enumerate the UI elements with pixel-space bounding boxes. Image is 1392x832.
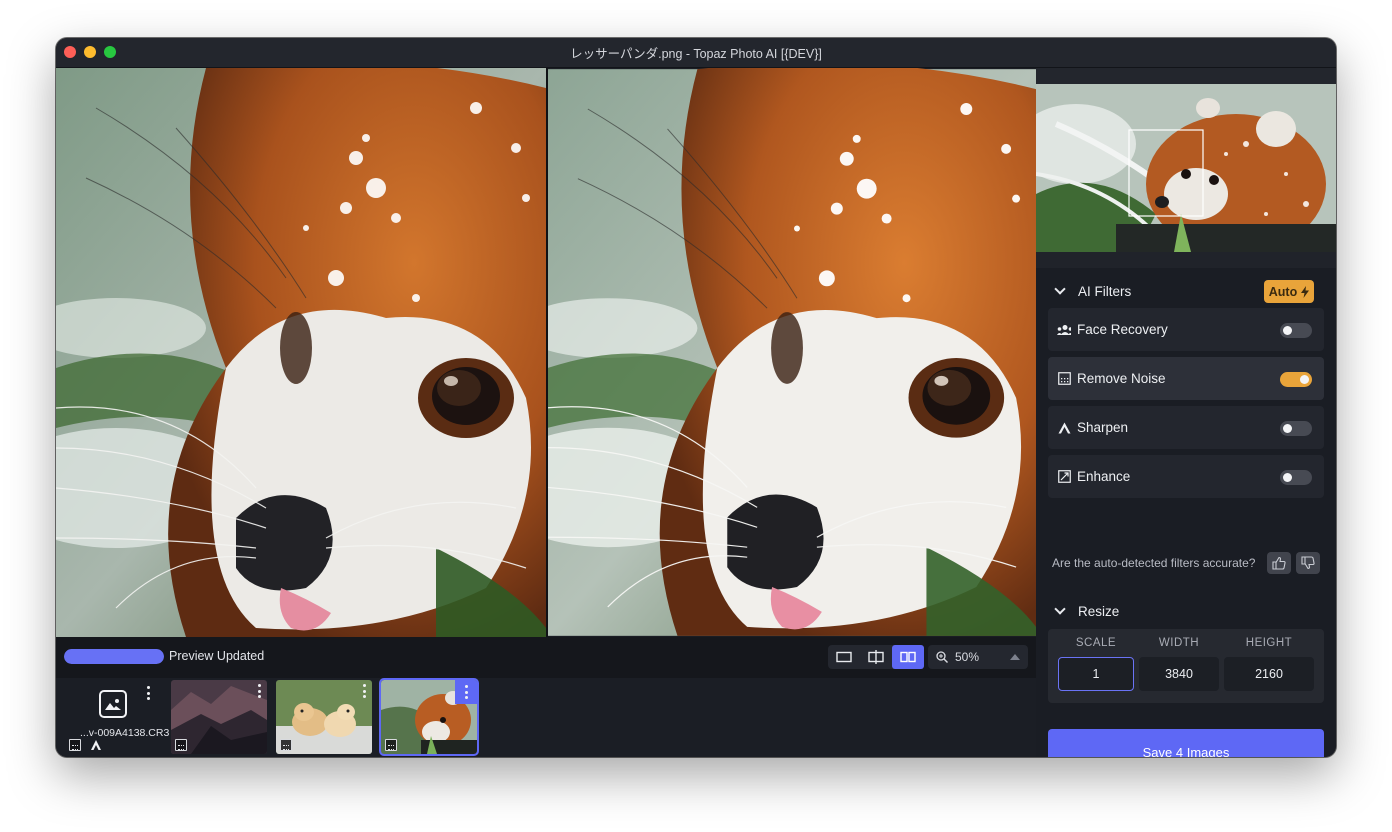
resize-title: Resize	[1078, 603, 1120, 619]
more-options-icon	[464, 685, 468, 699]
side-by-side-icon	[900, 651, 916, 663]
title-bar: レッサーパンダ.png - Topaz Photo AI [{DEV}]	[56, 38, 1336, 68]
thumbs-down-icon	[1301, 556, 1315, 570]
face-recovery-icon	[1057, 323, 1071, 337]
preview-progress-bar	[64, 649, 164, 664]
raw-file-tile[interactable]: ...v-009A4138.CR3	[66, 680, 169, 754]
window-controls	[64, 46, 116, 58]
sharpen-toggle[interactable]	[1280, 421, 1312, 436]
remove-noise-badge-icon	[175, 739, 187, 751]
zoom-caret-icon[interactable]	[1010, 654, 1020, 660]
close-window-button[interactable]	[64, 46, 76, 58]
more-options-icon[interactable]	[257, 684, 261, 698]
viewer-toolbar: Preview Updated 50%	[56, 637, 1036, 678]
remove-noise-badge-icon	[280, 739, 292, 751]
ai-filters-title: AI Filters	[1078, 283, 1132, 299]
red-panda-processed-image	[548, 68, 1036, 636]
chevron-down-icon	[1054, 603, 1066, 615]
resize-header[interactable]: Resize	[1054, 601, 1120, 621]
side-by-side-view-button[interactable]	[892, 645, 924, 669]
split-view-icon	[868, 650, 884, 664]
save-images-button[interactable]: Save 4 Images	[1048, 729, 1324, 757]
filter-row-sharpen[interactable]: Sharpen	[1048, 406, 1324, 449]
resize-panel: SCALE WIDTH HEIGHT 1 3840 2160	[1048, 629, 1324, 703]
thumbnail-mountain[interactable]	[171, 680, 267, 754]
remove-noise-badge-icon	[69, 739, 81, 751]
filter-label: Remove Noise	[1077, 371, 1166, 386]
zoom-control[interactable]: 50%	[928, 645, 1028, 669]
feedback-question: Are the auto-detected filters accurate?	[1052, 556, 1256, 570]
zoom-level: 50%	[955, 650, 980, 664]
maximize-window-button[interactable]	[104, 46, 116, 58]
ai-filters-header[interactable]: AI Filters	[1054, 281, 1132, 301]
processed-image-pane[interactable]	[548, 68, 1036, 637]
thumbs-up-icon	[1272, 556, 1286, 570]
app-window: レッサーパンダ.png - Topaz Photo AI [{DEV}] Pre…	[56, 38, 1336, 757]
sharpen-icon	[1057, 421, 1071, 435]
image-placeholder-icon	[99, 690, 127, 718]
thumbs-down-button[interactable]	[1296, 552, 1320, 574]
enhance-toggle[interactable]	[1280, 470, 1312, 485]
more-options-button[interactable]	[455, 680, 477, 704]
scale-header: SCALE	[1075, 637, 1117, 649]
enhance-icon	[1057, 470, 1071, 484]
filter-row-face-recovery[interactable]: Face Recovery	[1048, 308, 1324, 351]
preview-progress-fill	[64, 649, 164, 664]
filmstrip: ...v-009A4138.CR3	[56, 678, 1036, 757]
width-header: WIDTH	[1158, 637, 1200, 649]
window-title: レッサーパンダ.png - Topaz Photo AI [{DEV}]	[570, 47, 822, 61]
red-panda-original-image	[56, 68, 546, 637]
single-view-button[interactable]	[828, 645, 860, 669]
minimize-window-button[interactable]	[84, 46, 96, 58]
filter-label: Sharpen	[1077, 420, 1129, 435]
view-mode-switcher	[828, 645, 924, 669]
scale-input[interactable]: 1	[1058, 657, 1134, 691]
raw-file-name: ...v-009A4138.CR3	[80, 727, 170, 739]
more-options-icon[interactable]	[362, 684, 366, 698]
navigator-image	[1036, 84, 1336, 252]
face-recovery-toggle[interactable]	[1280, 323, 1312, 338]
remove-noise-badge-icon	[385, 739, 397, 751]
filter-label: Face Recovery	[1077, 322, 1168, 337]
auto-button[interactable]: Auto	[1264, 280, 1314, 303]
chevron-down-icon	[1054, 283, 1066, 295]
original-image-pane[interactable]	[56, 68, 546, 637]
filter-row-enhance[interactable]: Enhance	[1048, 455, 1324, 498]
thumbs-up-button[interactable]	[1267, 552, 1291, 574]
remove-noise-icon	[1057, 372, 1071, 386]
more-options-icon[interactable]	[146, 686, 150, 700]
height-input[interactable]: 2160	[1224, 657, 1314, 691]
navigator-preview[interactable]	[1036, 84, 1336, 252]
remove-noise-toggle[interactable]	[1280, 372, 1312, 387]
lightning-icon	[1301, 285, 1310, 298]
filter-label: Enhance	[1077, 469, 1131, 484]
thumbnail-red-panda[interactable]	[379, 678, 479, 756]
single-view-icon	[836, 651, 852, 663]
thumbnail-puppies[interactable]	[276, 680, 372, 754]
width-input[interactable]: 3840	[1139, 657, 1219, 691]
sharpen-badge-icon	[91, 740, 101, 750]
zoom-icon	[936, 651, 948, 663]
auto-label: Auto	[1268, 284, 1298, 299]
preview-status-text: Preview Updated	[169, 649, 265, 663]
height-header: HEIGHT	[1245, 637, 1293, 649]
split-view-button[interactable]	[860, 645, 892, 669]
right-sidebar: AI Filters Auto Face Recovery Remove Noi…	[1036, 68, 1336, 757]
filter-row-remove-noise[interactable]: Remove Noise	[1048, 357, 1324, 400]
